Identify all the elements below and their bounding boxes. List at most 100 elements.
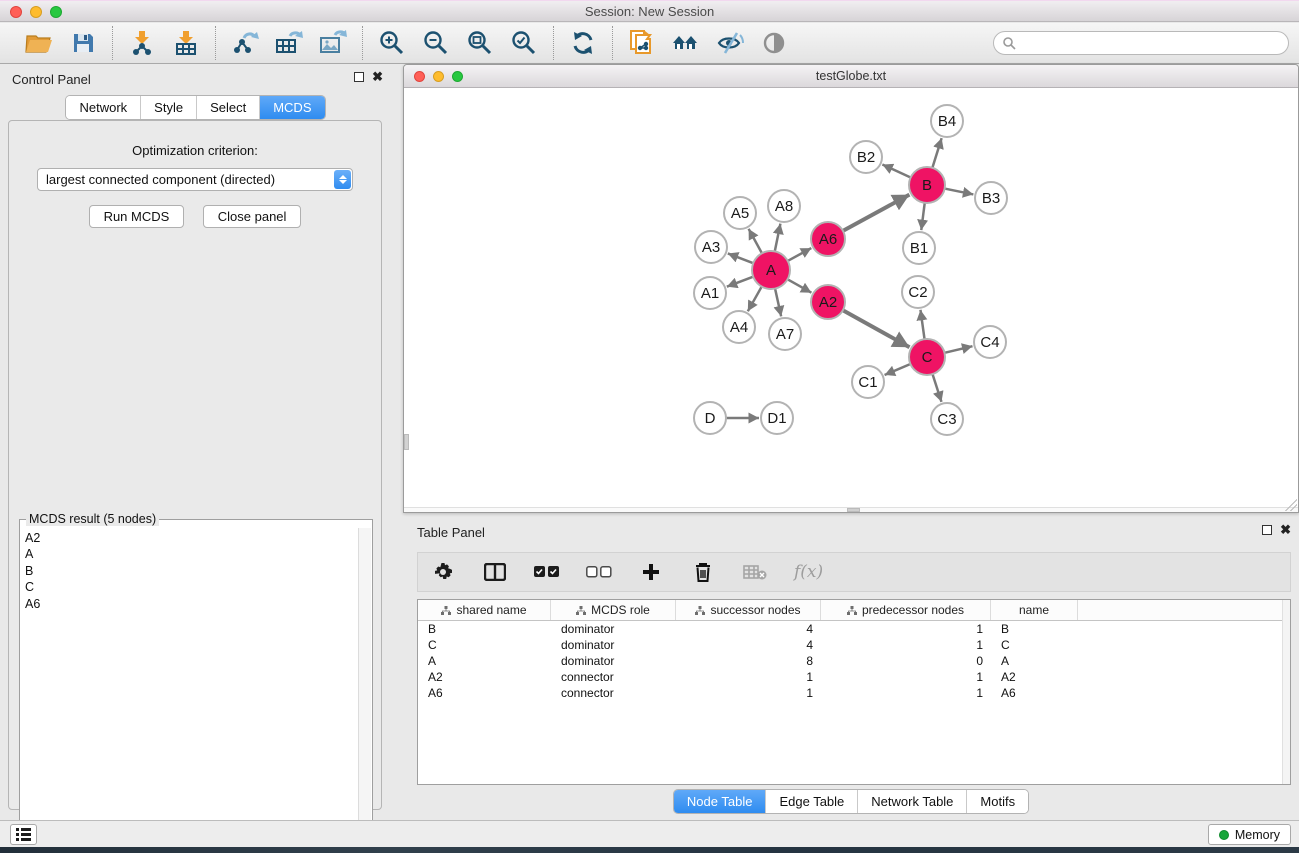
close-panel-button[interactable]: Close panel <box>203 205 302 228</box>
tab-mcds[interactable]: MCDS <box>259 96 324 119</box>
table-row[interactable]: A6connector11A6 <box>418 685 1290 701</box>
tab-select[interactable]: Select <box>196 96 259 119</box>
edge-A-A2[interactable] <box>788 279 812 292</box>
table-close-panel-icon[interactable]: ✖ <box>1280 525 1291 535</box>
edge-A-A8[interactable] <box>775 224 781 252</box>
mcds-result-item[interactable]: C <box>25 579 358 595</box>
graph-node-A[interactable]: A <box>752 251 790 289</box>
graph-node-A7[interactable]: A7 <box>769 318 801 350</box>
clone-network-icon[interactable] <box>627 28 657 58</box>
close-panel-icon[interactable]: ✖ <box>372 72 383 82</box>
node-table[interactable]: shared nameMCDS rolesuccessor nodesprede… <box>417 599 1291 785</box>
export-table-icon[interactable] <box>274 28 304 58</box>
graph-node-B4[interactable]: B4 <box>931 105 963 137</box>
network-vscroll-thumb[interactable] <box>404 434 409 450</box>
graph-node-B3[interactable]: B3 <box>975 182 1007 214</box>
edge-A6-B[interactable] <box>843 195 910 231</box>
column-header-name[interactable]: name <box>991 600 1078 620</box>
mcds-result-item[interactable]: A6 <box>25 596 358 612</box>
mcds-result-list[interactable]: A2ABCA6 <box>21 528 358 853</box>
import-table-icon[interactable] <box>171 28 201 58</box>
show-all-networks-icon[interactable] <box>671 28 701 58</box>
show-column-icon[interactable] <box>482 559 508 585</box>
tab-motifs[interactable]: Motifs <box>966 790 1028 813</box>
edge-A-A7[interactable] <box>775 289 781 317</box>
search-field[interactable] <box>993 31 1289 55</box>
tab-node-table[interactable]: Node Table <box>674 790 766 813</box>
table-row[interactable]: Bdominator41B <box>418 621 1290 637</box>
graph-node-B1[interactable]: B1 <box>903 232 935 264</box>
tab-network[interactable]: Network <box>66 96 140 119</box>
edge-B-B2[interactable] <box>882 165 910 178</box>
select-all-icon[interactable] <box>534 559 560 585</box>
column-header-MCDS-role[interactable]: MCDS role <box>551 600 676 620</box>
deselect-all-icon[interactable] <box>586 559 612 585</box>
column-header-predecessor-nodes[interactable]: predecessor nodes <box>821 600 991 620</box>
graph-node-A1[interactable]: A1 <box>694 277 726 309</box>
memory-button[interactable]: Memory <box>1208 824 1291 845</box>
hide-selected-icon[interactable] <box>715 28 745 58</box>
table-float-panel-icon[interactable] <box>1262 525 1272 535</box>
zoom-in-icon[interactable] <box>377 28 407 58</box>
edge-C-C2[interactable] <box>920 310 924 339</box>
tab-network-table[interactable]: Network Table <box>857 790 966 813</box>
table-row[interactable]: A2connector11A2 <box>418 669 1290 685</box>
graph-node-A4[interactable]: A4 <box>723 311 755 343</box>
graph-node-C2[interactable]: C2 <box>902 276 934 308</box>
graph-node-A3[interactable]: A3 <box>695 231 727 263</box>
edge-A2-C[interactable] <box>843 310 910 347</box>
graph-node-C3[interactable]: C3 <box>931 403 963 435</box>
tab-style[interactable]: Style <box>140 96 196 119</box>
refresh-view-icon[interactable] <box>568 28 598 58</box>
run-mcds-button[interactable]: Run MCDS <box>89 205 185 228</box>
edge-C-C4[interactable] <box>945 346 973 353</box>
edge-B-B3[interactable] <box>945 189 974 195</box>
save-session-icon[interactable] <box>68 28 98 58</box>
table-settings-gear-icon[interactable] <box>430 559 456 585</box>
criterion-dropdown[interactable]: largest connected component (directed) <box>37 168 353 191</box>
mcds-result-item[interactable]: B <box>25 563 358 579</box>
graph-node-A8[interactable]: A8 <box>768 190 800 222</box>
graph-node-B2[interactable]: B2 <box>850 141 882 173</box>
window-resize-handle[interactable] <box>1285 499 1297 511</box>
graph-node-D[interactable]: D <box>694 402 726 434</box>
zoom-out-icon[interactable] <box>421 28 451 58</box>
tab-edge-table[interactable]: Edge Table <box>765 790 857 813</box>
import-network-icon[interactable] <box>127 28 157 58</box>
graph-node-A2[interactable]: A2 <box>811 285 845 319</box>
edge-A-A4[interactable] <box>748 287 762 312</box>
add-column-icon[interactable] <box>638 559 664 585</box>
edge-B-B1[interactable] <box>921 203 924 230</box>
edge-A-A3[interactable] <box>728 253 753 263</box>
graph-node-A5[interactable]: A5 <box>724 197 756 229</box>
delete-column-icon[interactable] <box>690 559 716 585</box>
export-image-icon[interactable] <box>318 28 348 58</box>
graph-node-D1[interactable]: D1 <box>761 402 793 434</box>
float-panel-icon[interactable] <box>354 72 364 82</box>
mcds-result-item[interactable]: A <box>25 546 358 562</box>
edge-C-C3[interactable] <box>933 374 942 402</box>
network-canvas[interactable]: B4 B2 B B3 B1 A5 A8 A3 A6 A A1 A2 A4 A7 C2 C C4 C1 C3 D D1 <box>404 89 1298 512</box>
edge-B-B4[interactable] <box>932 138 941 168</box>
edge-A-A5[interactable] <box>749 229 762 253</box>
column-header-successor-nodes[interactable]: successor nodes <box>676 600 821 620</box>
graph-node-B[interactable]: B <box>909 167 945 203</box>
mcds-result-item[interactable]: A2 <box>25 530 358 546</box>
edge-C-C1[interactable] <box>885 364 911 375</box>
table-row[interactable]: Cdominator41C <box>418 637 1290 653</box>
export-network-icon[interactable] <box>230 28 260 58</box>
task-history-button[interactable] <box>10 824 37 845</box>
show-graphics-details-icon[interactable] <box>759 28 789 58</box>
table-row[interactable]: Adominator80A <box>418 653 1290 669</box>
column-header-shared-name[interactable]: shared name <box>418 600 551 620</box>
zoom-fit-icon[interactable] <box>465 28 495 58</box>
network-hscrollbar[interactable] <box>404 507 1298 512</box>
graph-node-A6[interactable]: A6 <box>811 222 845 256</box>
graph-node-C[interactable]: C <box>909 339 945 375</box>
table-vscrollbar[interactable] <box>1282 600 1290 784</box>
graph-node-C4[interactable]: C4 <box>974 326 1006 358</box>
mcds-result-scrollbar[interactable] <box>358 528 371 853</box>
graph-node-C1[interactable]: C1 <box>852 366 884 398</box>
edge-A-A6[interactable] <box>788 248 812 261</box>
edge-A-A1[interactable] <box>727 277 753 287</box>
